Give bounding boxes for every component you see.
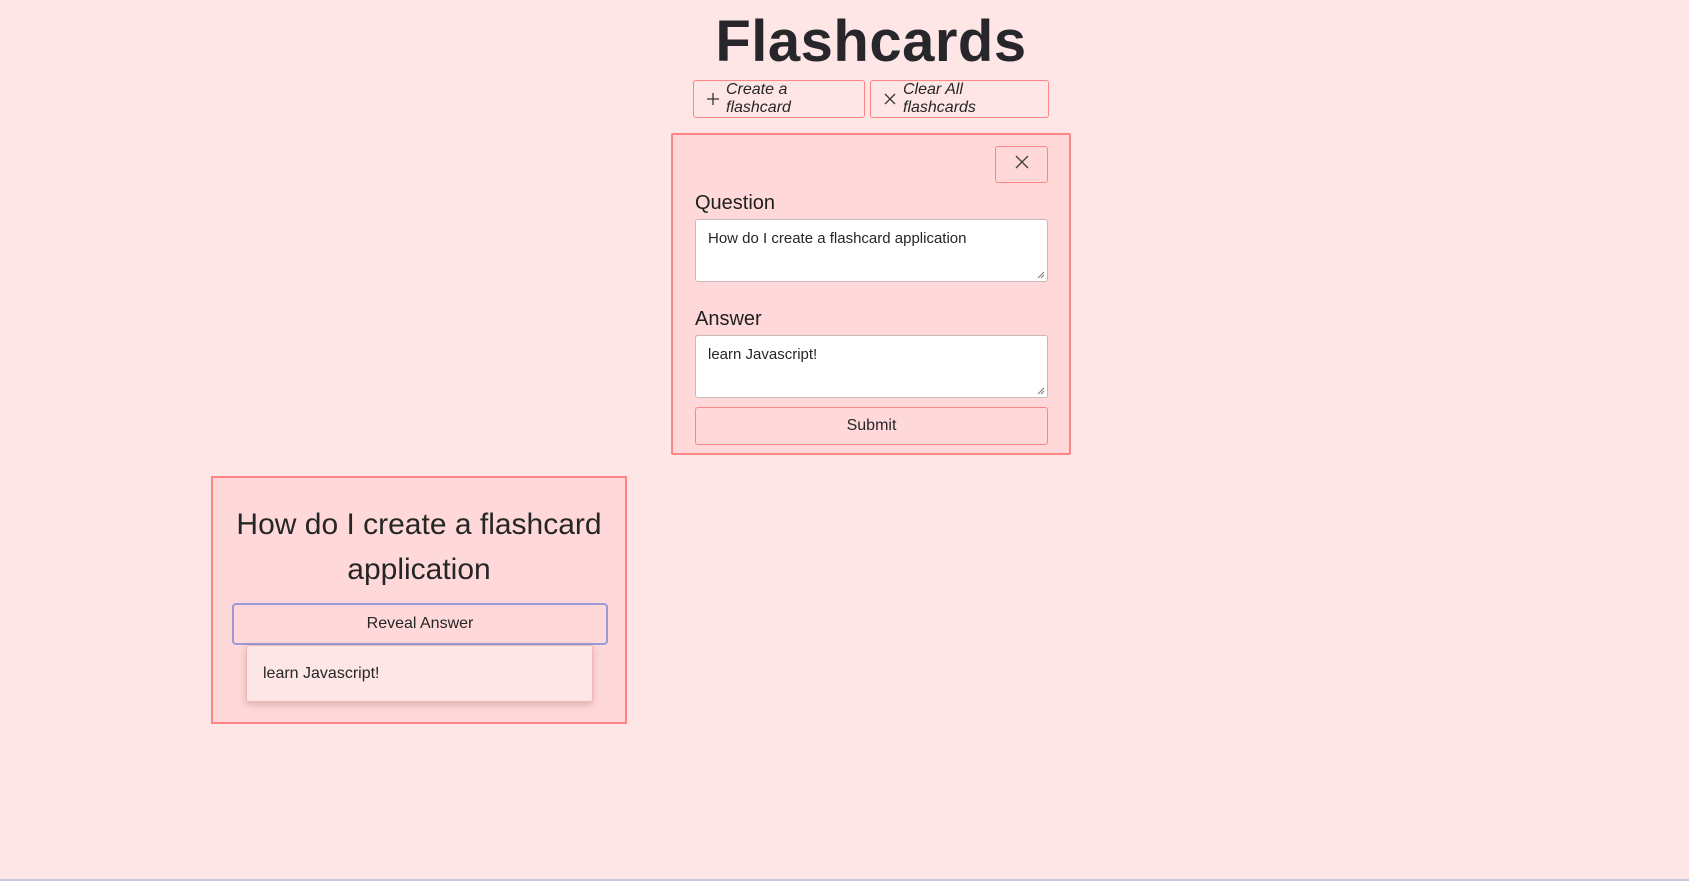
reveal-answer-button[interactable]: Reveal Answer bbox=[232, 603, 608, 645]
flashcard-answer: learn Javascript! bbox=[246, 645, 593, 702]
create-flashcard-button[interactable]: Create a flashcard bbox=[693, 80, 865, 118]
answer-field[interactable]: learn Javascript! bbox=[695, 335, 1048, 398]
plus-icon bbox=[706, 92, 720, 106]
answer-label: Answer bbox=[695, 308, 762, 330]
question-field-value: How do I create a flashcard application bbox=[708, 230, 967, 247]
page: Flashcards Create a flashcard Clear All … bbox=[0, 0, 1689, 881]
page-title: Flashcards bbox=[715, 9, 1027, 74]
create-flashcard-form: Question How do I create a flashcard app… bbox=[671, 133, 1071, 455]
flashcard: How do I create a flashcard application … bbox=[211, 476, 627, 724]
question-field[interactable]: How do I create a flashcard application bbox=[695, 219, 1048, 282]
submit-button[interactable]: Submit bbox=[695, 407, 1048, 445]
resize-grip-icon[interactable] bbox=[1037, 387, 1045, 395]
clear-all-flashcards-button[interactable]: Clear All flashcards bbox=[870, 80, 1049, 118]
flashcard-question: How do I create a flashcard application bbox=[236, 508, 602, 586]
flashcard-answer-text: learn Javascript! bbox=[263, 664, 380, 682]
close-icon bbox=[1014, 154, 1030, 175]
answer-field-value: learn Javascript! bbox=[708, 346, 818, 363]
resize-grip-icon[interactable] bbox=[1037, 271, 1045, 279]
close-icon bbox=[883, 92, 897, 106]
question-label: Question bbox=[695, 192, 776, 214]
clear-all-flashcards-label: Clear All flashcards bbox=[903, 81, 976, 116]
create-flashcard-label: Create a flashcard bbox=[726, 81, 791, 116]
close-form-button[interactable] bbox=[995, 146, 1048, 183]
